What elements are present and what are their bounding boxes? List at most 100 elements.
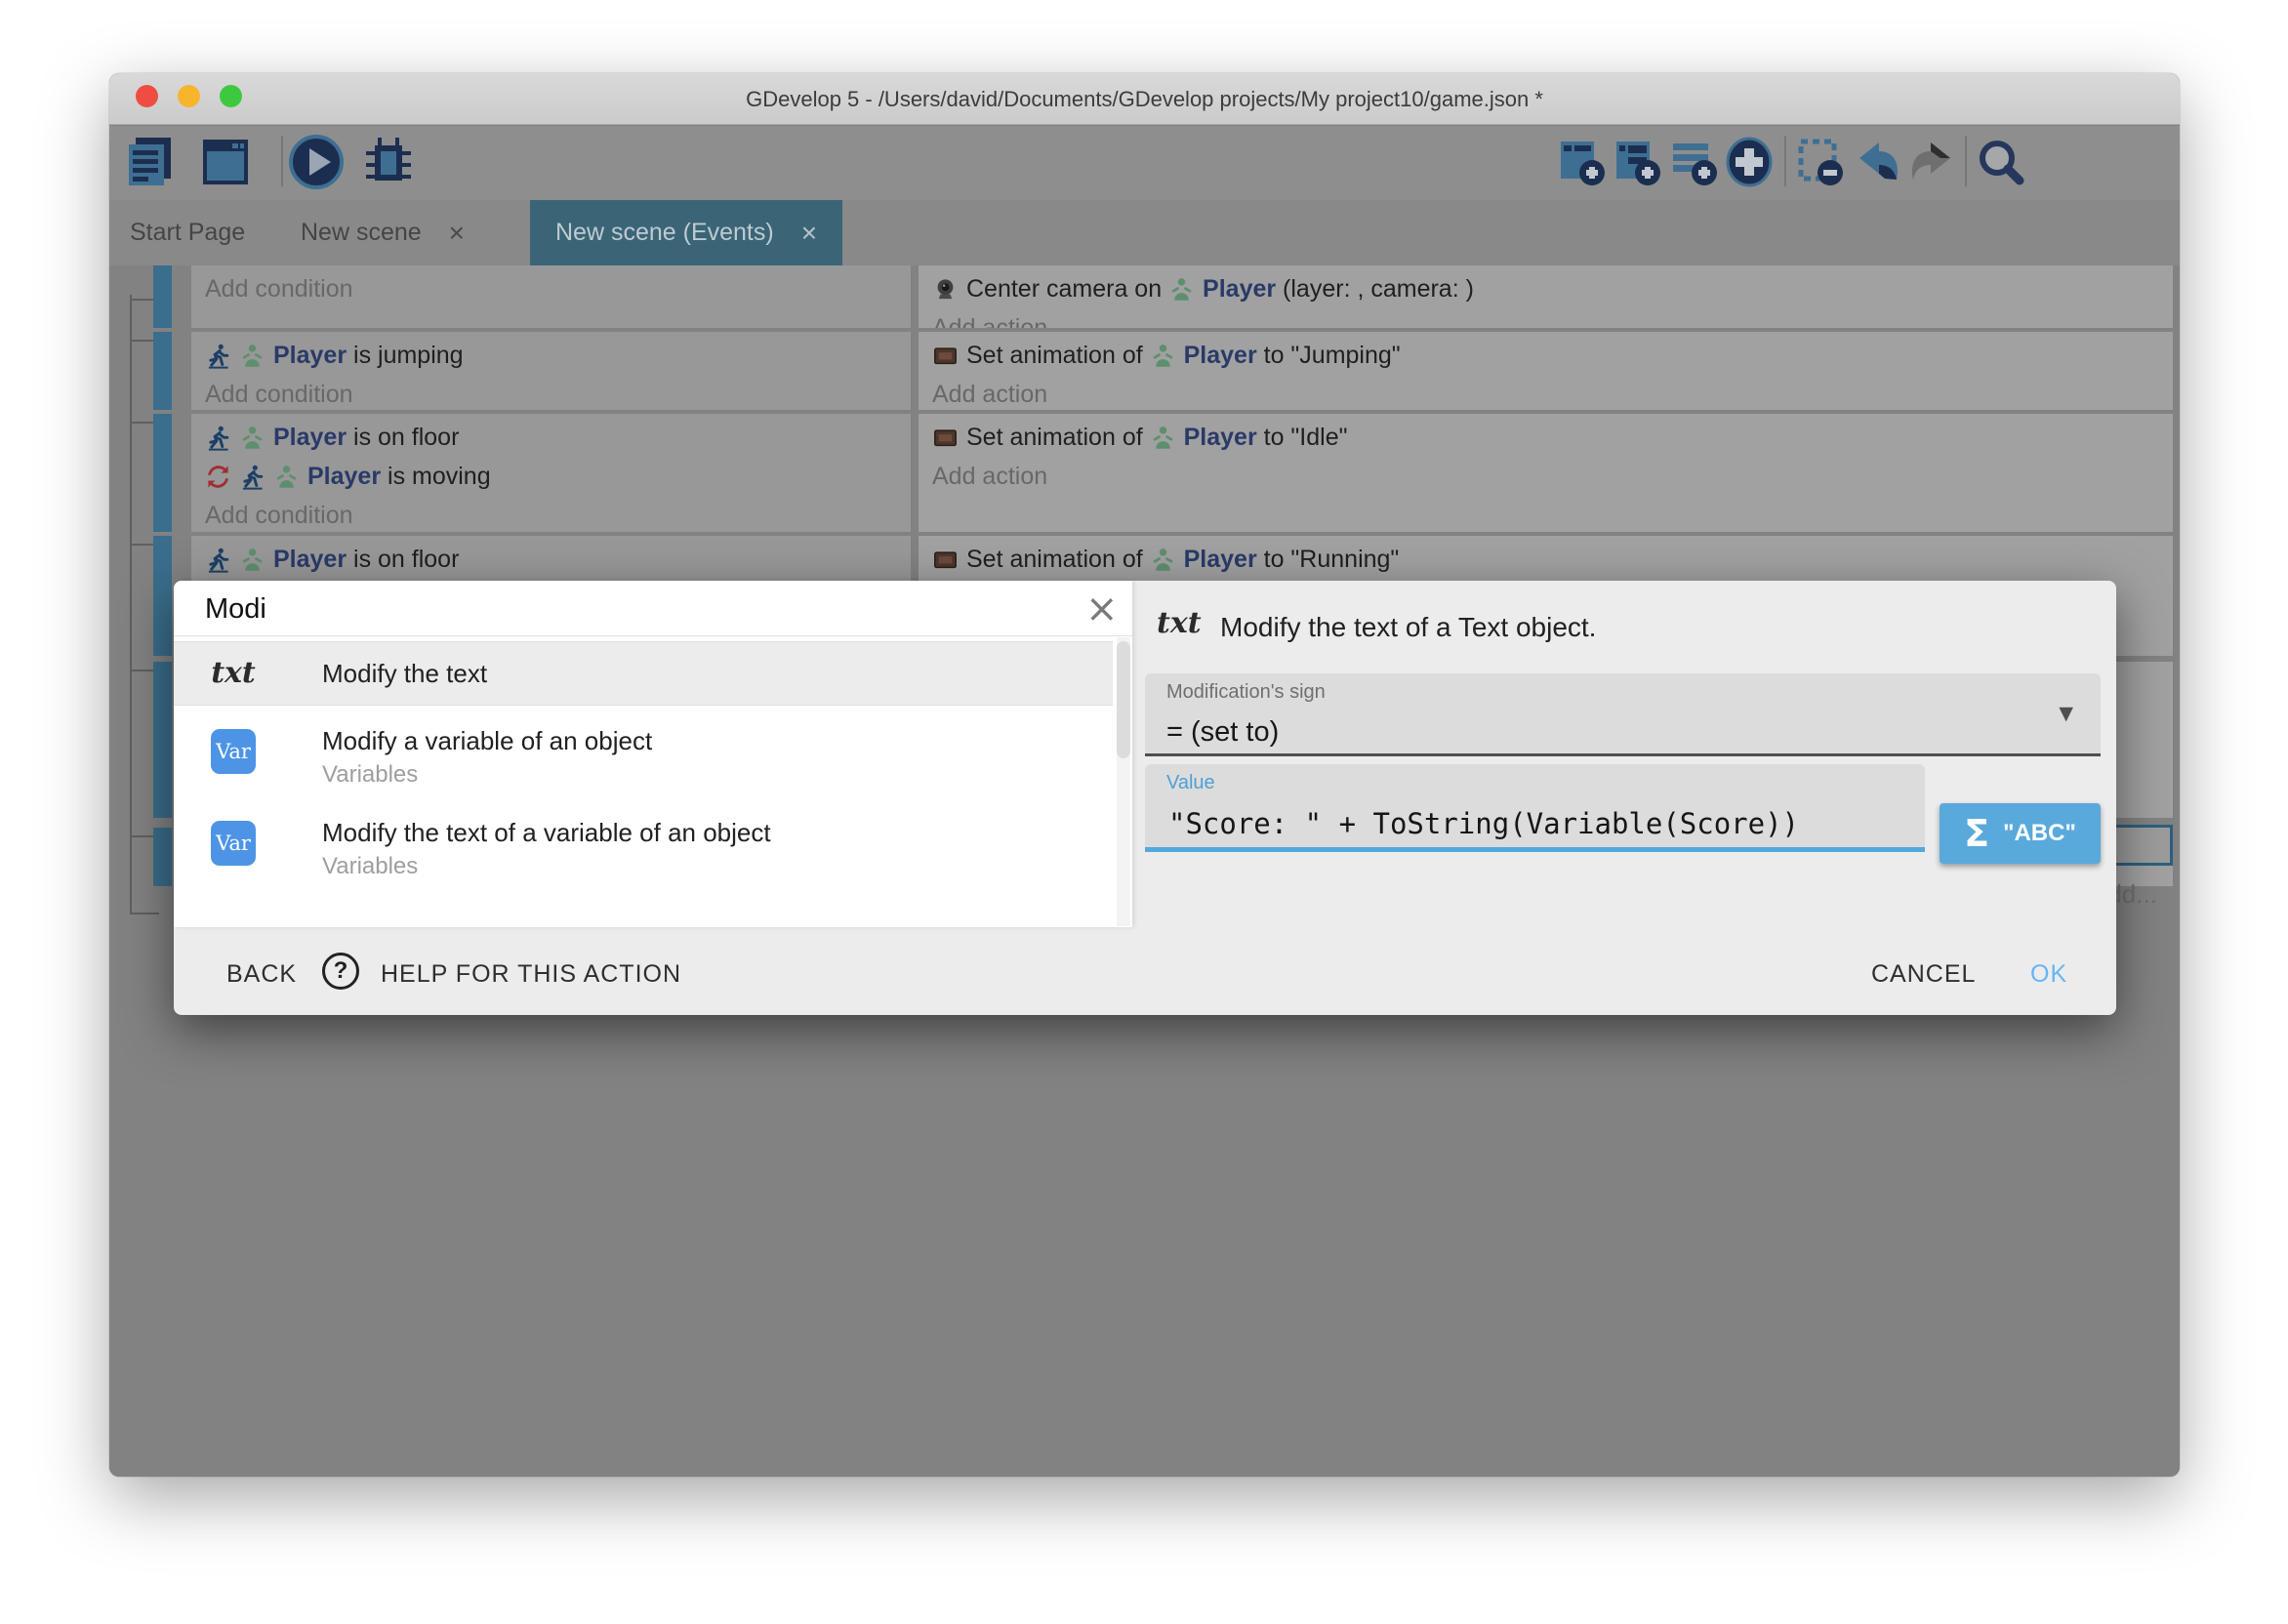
event-text: to "Jumping" [1257, 342, 1401, 370]
search-bar: × [174, 581, 1132, 636]
variable-icon: Var [205, 729, 262, 774]
conditions-cell[interactable]: Player is jumping Add condition [191, 332, 911, 410]
add-event-icon[interactable] [1555, 132, 1608, 192]
action-list-panel: × txt Modify the text Var Modify a varia… [174, 581, 1132, 927]
event-row[interactable]: Player is jumping Add condition Set animat… [109, 332, 2180, 410]
gdevelop-window: GDevelop 5 - /Users/david/Documents/GDev… [109, 73, 2180, 1477]
player-icon [239, 425, 266, 451]
event-row[interactable]: Add condition Center camera on Player (la… [109, 265, 2180, 328]
event-drag-handle[interactable] [153, 828, 172, 886]
event-line: Center camera on Player (layer: , camera… [932, 269, 2173, 308]
actions-cell[interactable]: Set animation of Player to "Idle" Add act… [919, 414, 2173, 532]
animation-icon [932, 425, 959, 451]
camera-icon [932, 276, 959, 303]
ok-button[interactable]: OK [2024, 959, 2073, 990]
list-scrollbar[interactable] [1117, 637, 1130, 926]
event-line: Player is moving [205, 457, 911, 496]
event-drag-handle[interactable] [153, 414, 172, 532]
close-icon[interactable]: × [1085, 587, 1119, 631]
toolbar-divider [281, 136, 283, 186]
event-text: to "Idle" [1257, 424, 1348, 452]
player-icon [239, 547, 266, 573]
object-name: Player [1184, 546, 1257, 574]
expression-builder-button[interactable]: Σ "ABC" [1940, 803, 2101, 864]
scrollbar-thumb[interactable] [1117, 641, 1130, 758]
event-text: is on floor [347, 424, 459, 452]
delete-selection-icon[interactable] [1794, 132, 1847, 192]
desktop: GDevelop 5 - /Users/david/Documents/GDev… [0, 0, 2288, 1624]
add-subevent-icon[interactable] [1611, 132, 1663, 192]
behavior-run-icon [239, 464, 266, 490]
event-line: Add condition [205, 375, 911, 410]
event-drag-handle[interactable] [153, 662, 172, 818]
event-line: Add condition [205, 269, 911, 308]
object-name: Player [273, 546, 347, 574]
actions-cell[interactable]: Set animation of Player to "Jumping" Add … [919, 332, 2173, 410]
debug-icon[interactable] [358, 132, 419, 192]
animation-icon [932, 547, 959, 573]
event-drag-handle[interactable] [153, 332, 172, 410]
player-icon [273, 464, 300, 490]
event-text: is jumping [347, 342, 464, 370]
search-input[interactable] [203, 589, 1042, 629]
play-icon[interactable] [286, 132, 347, 192]
value-field: Value [1145, 764, 1925, 852]
conditions-cell[interactable]: Player is on floorPlayer is movingAdd co… [191, 414, 911, 532]
conditions-cell[interactable]: Add condition [191, 265, 911, 328]
add-new-icon[interactable] [1722, 132, 1777, 192]
add-link[interactable]: Add action [932, 463, 1047, 491]
redo-icon[interactable] [1905, 132, 1960, 192]
add-link[interactable]: Add condition [205, 502, 353, 530]
event-tree-line [130, 913, 159, 914]
invert-icon [205, 464, 231, 490]
object-name: Player [1203, 275, 1276, 304]
close-tab-icon[interactable]: × [449, 218, 465, 249]
event-drag-handle[interactable] [153, 536, 172, 656]
scene-editor-icon[interactable] [195, 132, 256, 192]
object-name: Player [273, 342, 347, 370]
txt-icon: txt [205, 656, 262, 690]
event-drag-handle[interactable] [153, 265, 172, 328]
event-line: Set animation of Player to "Idle" [932, 418, 2173, 457]
back-button[interactable]: BACK [221, 959, 303, 990]
tab-new-scene-events[interactable]: New scene (Events) × [530, 200, 842, 265]
behavior-run-icon [205, 343, 231, 369]
help-button[interactable]: HELP FOR THIS ACTION [375, 959, 687, 990]
event-line: Add action [932, 308, 2173, 328]
cancel-button[interactable]: CANCEL [1865, 959, 1982, 990]
help-icon[interactable]: ? [322, 953, 359, 990]
add-link[interactable]: Add action [932, 314, 1047, 329]
list-item-modify-text-variable[interactable]: Var Modify the text of a variable of an … [174, 799, 1113, 890]
add-link[interactable]: Add condition [205, 275, 353, 304]
list-item-modify-variable[interactable]: Var Modify a variable of an object Varia… [174, 708, 1113, 798]
value-input[interactable] [1166, 803, 1899, 844]
action-editor-dialog: × txt Modify the text Var Modify a varia… [174, 581, 2116, 1015]
add-link[interactable]: Add condition [205, 381, 353, 409]
actions-cell[interactable]: Center camera on Player (layer: , camera… [919, 265, 2173, 328]
event-text: (layer: , camera: ) [1276, 275, 1474, 304]
undo-icon[interactable] [1850, 132, 1904, 192]
project-manager-icon[interactable] [120, 132, 181, 192]
modification-sign-select[interactable]: Modification's sign = (set to) ▼ [1145, 673, 2101, 756]
dialog-header: Modify the text of a Text object. [1220, 612, 1596, 643]
event-line: Add action [932, 457, 2173, 496]
player-icon [1150, 425, 1176, 451]
player-icon [1150, 547, 1176, 573]
add-comment-icon[interactable] [1667, 132, 1720, 192]
tab-new-scene[interactable]: New scene × [301, 200, 465, 265]
event-line: Add action [932, 375, 2173, 410]
event-text: is moving [381, 463, 491, 491]
abc-label: "ABC" [2003, 820, 2076, 847]
list-item-modify-text[interactable]: txt Modify the text [174, 641, 1113, 706]
tab-start-page[interactable]: Start Page [130, 200, 245, 265]
search-icon[interactable] [1973, 132, 2027, 192]
behavior-run-icon [205, 547, 231, 573]
animation-icon [932, 343, 959, 369]
player-icon [1168, 276, 1195, 303]
add-link[interactable]: Add action [932, 381, 1047, 409]
close-tab-icon[interactable]: × [801, 218, 817, 249]
event-text: is on floor [347, 546, 459, 574]
event-row[interactable]: Player is on floorPlayer is movingAdd co… [109, 414, 2180, 532]
list-item-title: Modify the text of a variable of an obje… [322, 818, 771, 848]
event-line: Set animation of Player to "Jumping" [932, 336, 2173, 375]
